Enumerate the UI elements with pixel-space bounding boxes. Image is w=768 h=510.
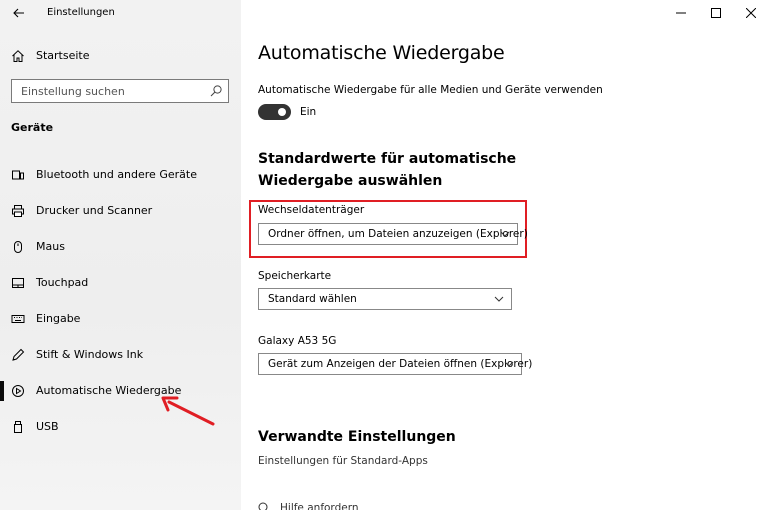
usb-icon	[14, 421, 22, 433]
chevron-down-icon	[494, 296, 504, 302]
toggle-state: Ein	[300, 106, 317, 118]
chevron-down-icon	[500, 231, 510, 237]
sidebar-item-label: Bluetooth und andere Geräte	[36, 168, 197, 181]
field-label-memory-card: Speicherkarte	[258, 270, 332, 282]
sidebar-item-bluetooth[interactable]: Bluetooth und andere Geräte	[0, 157, 241, 193]
search-input[interactable]: Einstellung suchen	[11, 79, 229, 103]
bluetooth-icon	[12, 170, 24, 180]
printer-icon	[12, 205, 24, 217]
sidebar: Einstellungen Startseite Einstellung suc…	[0, 0, 241, 510]
select-memory-card[interactable]: Standard wählen	[258, 288, 512, 310]
search-icon	[210, 85, 222, 97]
group-title: Geräte	[11, 121, 54, 134]
search-placeholder: Einstellung suchen	[21, 85, 125, 98]
field-label-device: Galaxy A53 5G	[258, 335, 337, 347]
help-link[interactable]: Hilfe anfordern	[258, 500, 398, 510]
pen-icon	[12, 348, 25, 361]
sidebar-item-input[interactable]: Eingabe	[0, 301, 241, 337]
sidebar-item-label: Maus	[36, 240, 65, 253]
selection-indicator	[0, 381, 4, 401]
sidebar-item-label: USB	[36, 420, 59, 433]
sidebar-item-printer[interactable]: Drucker und Scanner	[0, 193, 241, 229]
back-arrow-icon	[13, 8, 24, 18]
sidebar-item-pen[interactable]: Stift & Windows Ink	[0, 337, 241, 373]
field-label-removable: Wechseldatenträger	[258, 204, 365, 216]
main-content: Automatische Wiedergabe Automatische Wie…	[241, 0, 768, 510]
toggle-label: Automatische Wiedergabe für alle Medien …	[258, 84, 603, 96]
home-icon	[12, 50, 24, 62]
toggle-knob	[278, 108, 286, 116]
related-settings-title: Verwandte Einstellungen	[258, 429, 456, 445]
sidebar-item-touchpad[interactable]: Touchpad	[0, 265, 241, 301]
select-removable-drive[interactable]: Ordner öffnen, um Dateien anzuzeigen (Ex…	[258, 223, 528, 245]
select-value: Gerät zum Anzeigen der Dateien öffnen (E…	[268, 358, 533, 370]
sidebar-item-home[interactable]: Startseite	[0, 44, 241, 68]
sidebar-item-label: Touchpad	[36, 276, 89, 289]
default-apps-link[interactable]: Einstellungen für Standard-Apps	[258, 455, 428, 467]
touchpad-icon	[12, 278, 24, 288]
app-title: Einstellungen	[47, 7, 115, 18]
select-value: Standard wählen	[268, 293, 357, 305]
chevron-down-icon	[504, 361, 514, 367]
section-title: Standardwerte für automatische Wiedergab…	[258, 151, 517, 189]
select-device[interactable]: Gerät zum Anzeigen der Dateien öffnen (E…	[258, 353, 532, 375]
sidebar-item-label: Drucker und Scanner	[36, 204, 153, 217]
help-icon	[258, 502, 268, 510]
sidebar-item-label: Eingabe	[36, 312, 81, 325]
select-value: Ordner öffnen, um Dateien anzuzeigen (Ex…	[268, 228, 528, 240]
sidebar-item-mouse[interactable]: Maus	[0, 229, 241, 265]
back-button[interactable]	[8, 4, 30, 22]
annotation-arrow-icon	[161, 396, 215, 426]
sidebar-item-label: Stift & Windows Ink	[36, 348, 144, 361]
page-title: Automatische Wiedergabe	[258, 42, 505, 64]
autoplay-toggle[interactable]	[258, 104, 291, 120]
help-label: Hilfe anfordern	[280, 502, 359, 510]
keyboard-icon	[11, 315, 25, 323]
mouse-icon	[14, 241, 22, 253]
autoplay-icon	[12, 385, 24, 397]
sidebar-item-label: Startseite	[36, 49, 90, 62]
titlebar-left: Einstellungen	[0, 0, 241, 26]
